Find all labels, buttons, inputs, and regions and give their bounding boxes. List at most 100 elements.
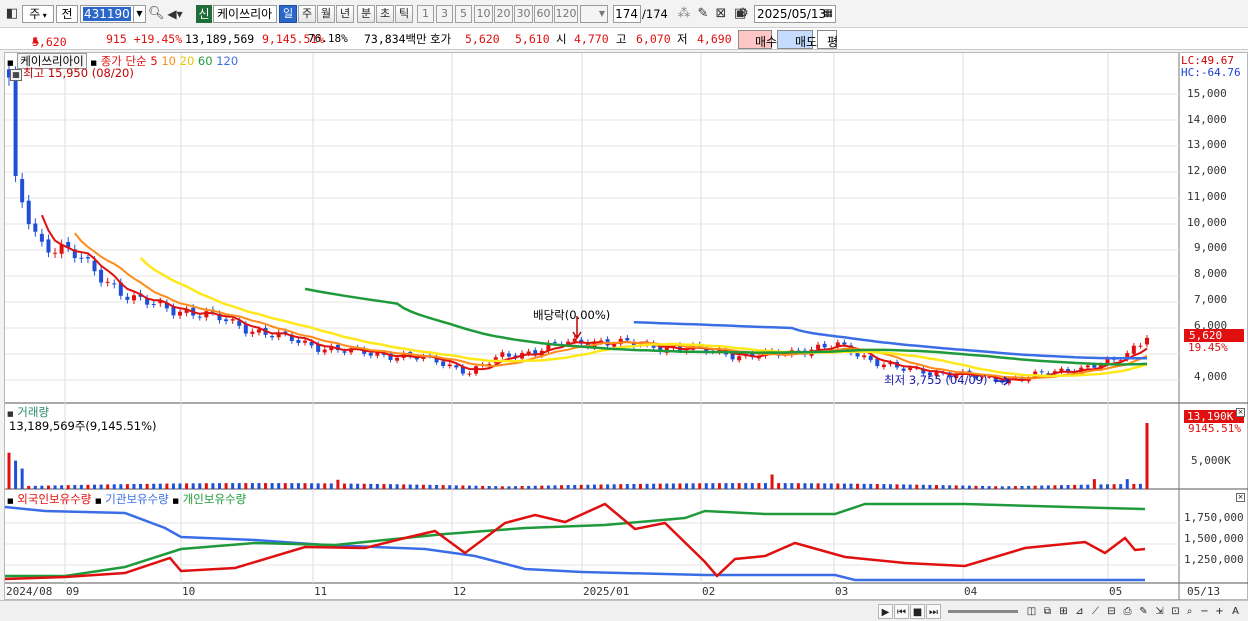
chart-area[interactable]: ■ 케이쓰리아이 ■ 종가 단순 5 10 20 60 120 최고 15,95… [4, 52, 1248, 601]
candle-body [862, 355, 867, 358]
interval-custom-select[interactable]: ▼ [580, 5, 608, 23]
zoom-in-icon[interactable]: + [1212, 604, 1227, 619]
volume-bar [685, 483, 689, 489]
volume-bar [224, 483, 228, 489]
volume-bar [520, 486, 524, 489]
copy-icon[interactable]: ⊞ [1056, 604, 1071, 619]
volume-bar [375, 483, 379, 489]
volume-bar [244, 483, 248, 489]
holding-panel-close-icon[interactable]: × [1236, 493, 1245, 502]
stock-name-value: 케이쓰리아 [217, 7, 273, 21]
volume-bar [316, 483, 320, 489]
stock-code-input[interactable]: 431190 [80, 5, 134, 23]
sell-button[interactable]: 매도 [777, 30, 817, 49]
zoom-slider[interactable] [948, 610, 1018, 613]
x-tick: 2025/01 [583, 585, 630, 598]
chart-canvas[interactable] [5, 53, 1248, 601]
line-tool-icon[interactable]: ⟋ [1088, 604, 1103, 619]
period-second-tab[interactable]: 초 [376, 5, 394, 23]
volume-bar [1092, 479, 1096, 489]
interval-5-button[interactable]: 5 [455, 5, 472, 23]
interval-20-button[interactable]: 20 [494, 5, 513, 23]
date-input[interactable]: 2025/05/13 ▦ [754, 5, 836, 23]
period-year-tab[interactable]: 년 [336, 5, 354, 23]
x-tick: 03 [835, 585, 849, 598]
market-select[interactable]: 주 ▾ [22, 5, 54, 23]
candle-body [1138, 345, 1143, 347]
pattern-icon[interactable]: ⁂ [676, 6, 692, 22]
volume-bar [678, 483, 682, 489]
interval-60-button[interactable]: 60 [534, 5, 553, 23]
high-marker-label: 최고 15,950 (08/20) [23, 66, 134, 80]
calendar-icon[interactable]: ▦ [824, 6, 833, 22]
period-day-tab[interactable]: 일 [279, 5, 297, 23]
interval-30-button[interactable]: 30 [514, 5, 533, 23]
text-size-icon[interactable]: A [1228, 604, 1243, 619]
x-tick: 04 [964, 585, 978, 598]
volume-bar [546, 485, 550, 489]
drawing-tool-icon[interactable]: ✎ [695, 6, 711, 22]
count-input[interactable]: 174 [613, 5, 641, 23]
layout-icon[interactable]: ◫ [1024, 604, 1039, 619]
holding-y-tick: 1,750,000 [1184, 511, 1244, 524]
grid-icon[interactable]: ⊟ [1104, 604, 1119, 619]
volume-bar [638, 483, 642, 489]
period-minute-tab[interactable]: 분 [357, 5, 375, 23]
legend-ma120: 120 [216, 54, 239, 68]
volume-bar [395, 484, 399, 489]
print-icon[interactable]: ⎙ [1120, 604, 1135, 619]
period-week-tab[interactable]: 주 [298, 5, 316, 23]
last-page-icon[interactable]: ⏭ [926, 604, 941, 619]
buy-button[interactable]: 매수 [738, 30, 777, 49]
volume-bar [625, 484, 629, 489]
volume-bar [1106, 484, 1110, 489]
volume-panel-close-icon[interactable]: × [1236, 408, 1245, 417]
volume-bar [1112, 484, 1116, 489]
new-listing-badge: 신 [196, 5, 212, 23]
first-page-icon[interactable]: ⏮ [894, 604, 909, 619]
interval-3-button[interactable]: 3 [436, 5, 453, 23]
zoom-out-icon[interactable]: − [1197, 604, 1212, 619]
prev-button[interactable]: 전 [56, 5, 78, 23]
volume-bar [428, 484, 432, 489]
edit-icon[interactable]: ✎ [1136, 604, 1151, 619]
crosshair-icon[interactable]: ⊠ [713, 6, 729, 22]
export-icon[interactable]: ⇲ [1152, 604, 1167, 619]
interval-1-button[interactable]: 1 [417, 5, 434, 23]
interval-120-button[interactable]: 120 [554, 5, 578, 23]
volume-ratio-tag: 9145.51% [1188, 422, 1241, 435]
fit-icon[interactable]: ⊡ [1168, 604, 1183, 619]
volume-bar [1007, 486, 1011, 489]
candle-body [342, 351, 347, 353]
period-tick-tab[interactable]: 틱 [395, 5, 413, 23]
volume-bar [494, 486, 498, 489]
measure-icon[interactable]: ⊿ [1072, 604, 1087, 619]
window-icon[interactable]: ◧ [4, 6, 20, 22]
settings-gear-icon[interactable]: ⚙ [735, 6, 751, 22]
candle-body [303, 340, 308, 343]
calculator-icon[interactable]: ▦ [10, 69, 22, 81]
code-dropdown-button[interactable]: ▼ [133, 5, 146, 23]
candle-body [125, 296, 130, 300]
volume-bar [665, 483, 669, 489]
volume-bar [888, 484, 892, 489]
speaker-icon[interactable]: ◀▾ [167, 6, 183, 22]
volume-bar [270, 483, 274, 489]
candle-body [13, 74, 18, 176]
volume-bar [382, 484, 386, 489]
candle-body [447, 364, 452, 367]
volume-bar [1099, 484, 1103, 489]
volume-bar [816, 483, 820, 489]
volume-bar [560, 485, 564, 489]
split-icon[interactable]: ⧉ [1040, 604, 1055, 619]
eval-button[interactable]: 평 [817, 30, 838, 49]
volume-bar [592, 484, 596, 489]
period-month-tab[interactable]: 월 [317, 5, 335, 23]
interval-10-button[interactable]: 10 [474, 5, 493, 23]
volume-bar [73, 485, 77, 489]
scroll-right-icon[interactable]: ▶ [878, 604, 893, 619]
search-icon[interactable]: 🔍︎ [148, 6, 165, 22]
candle-body [467, 373, 472, 375]
stop-icon[interactable]: ■ [910, 604, 925, 619]
zoom-search-icon[interactable]: ⌕ [1182, 604, 1197, 619]
